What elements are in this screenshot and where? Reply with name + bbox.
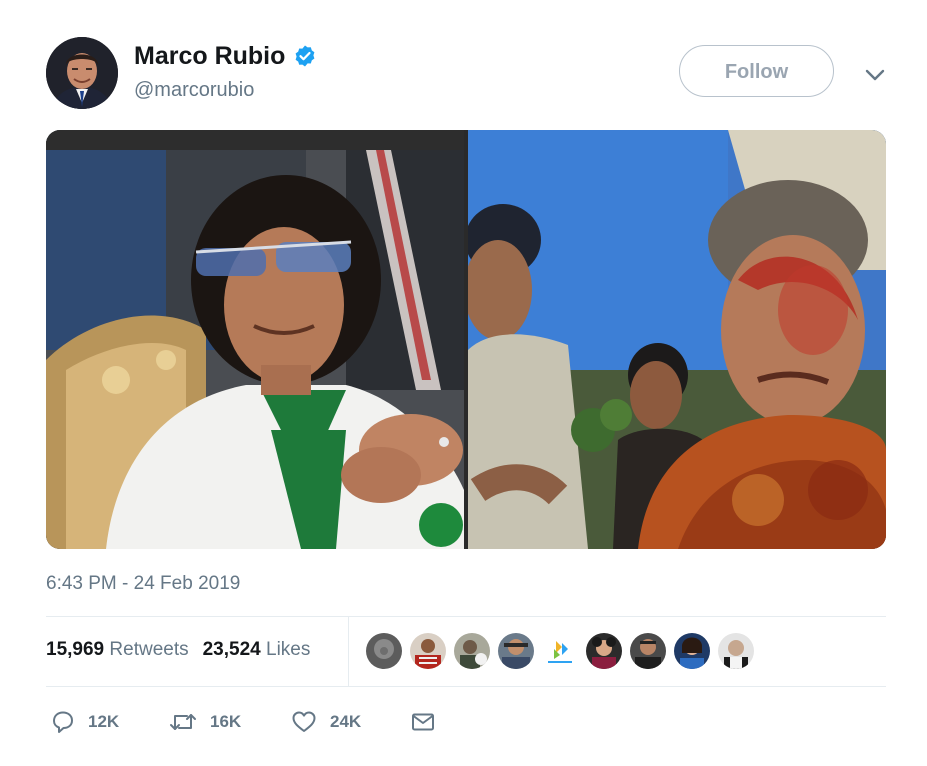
- retweet-count: 16K: [210, 712, 242, 731]
- reply-icon: [53, 711, 73, 733]
- author-handle[interactable]: @marcorubio: [134, 79, 254, 102]
- divider: [46, 616, 886, 617]
- liker-avatar[interactable]: [366, 633, 402, 669]
- chevron-down-icon[interactable]: [862, 62, 888, 88]
- photo-left[interactable]: [46, 130, 464, 549]
- like-button[interactable]: 24K: [290, 709, 361, 735]
- reply-count: 12K: [88, 712, 120, 731]
- likes-stat[interactable]: 23,524 Likes: [203, 639, 311, 660]
- tweet: Marco Rubio @marcorubio Follow 6:43 PM -…: [0, 0, 927, 766]
- follow-button[interactable]: Follow: [679, 45, 834, 97]
- liker-avatar[interactable]: [586, 633, 622, 669]
- liker-avatar[interactable]: [542, 633, 578, 669]
- photo-right[interactable]: [468, 130, 886, 549]
- liker-avatar[interactable]: [718, 633, 754, 669]
- reply-button[interactable]: 12K: [50, 709, 119, 735]
- author-display-name[interactable]: Marco Rubio: [134, 41, 285, 71]
- liker-avatar[interactable]: [498, 633, 534, 669]
- retweet-button[interactable]: 16K: [168, 709, 241, 735]
- likes-label: Likes: [266, 639, 311, 660]
- author-name-row[interactable]: Marco Rubio: [134, 41, 317, 71]
- likes-count: 23,524: [202, 639, 261, 660]
- like-count: 24K: [330, 712, 362, 731]
- divider: [46, 686, 886, 687]
- stats-separator: [348, 616, 349, 686]
- heart-icon: [292, 711, 316, 732]
- retweet-icon: [170, 714, 196, 730]
- retweets-count: 15,969: [46, 639, 105, 660]
- tweet-media: [46, 130, 886, 549]
- tweet-timestamp[interactable]: 6:43 PM - 24 Feb 2019: [46, 573, 240, 595]
- liker-avatar[interactable]: [630, 633, 666, 669]
- liker-avatar[interactable]: [674, 633, 710, 669]
- avatar[interactable]: [46, 37, 118, 109]
- liker-avatar[interactable]: [454, 633, 490, 669]
- verified-badge-icon: [296, 45, 315, 67]
- retweets-stat[interactable]: 15,969 Retweets: [46, 639, 189, 660]
- retweets-label: Retweets: [109, 639, 189, 660]
- direct-message-button[interactable]: [410, 709, 436, 735]
- tweet-stats: 15,969 Retweets 23,524 Likes: [46, 639, 310, 661]
- liker-avatar[interactable]: [410, 633, 446, 669]
- envelope-icon: [412, 713, 434, 731]
